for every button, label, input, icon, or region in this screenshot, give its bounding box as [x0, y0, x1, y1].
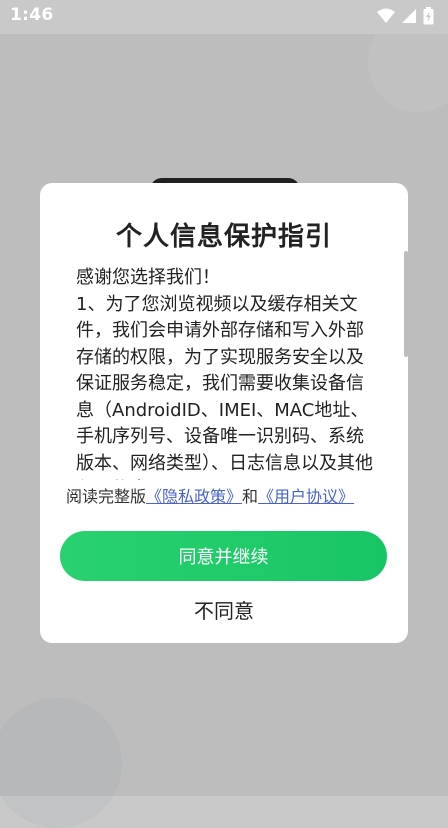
- content-paragraph: 1、为了您浏览视频以及缓存相关文件，我们会申请外部存储和写入外部存储的权限，为了…: [76, 293, 373, 481]
- status-icons: [377, 7, 434, 25]
- wifi-icon: [377, 8, 395, 23]
- scrollbar[interactable]: [404, 251, 408, 357]
- disagree-button[interactable]: 不同意: [40, 595, 408, 627]
- status-time: 1:46: [10, 5, 54, 25]
- content-paragraph: 感谢您选择我们！: [76, 267, 220, 288]
- read-full-line: 阅读完整版《隐私政策》和《用户协议》: [66, 483, 396, 507]
- privacy-dialog: 个人信息保护指引 感谢您选择我们！ 1、为了您浏览视频以及缓存相关文件，我们会申…: [40, 183, 408, 643]
- status-bar: 1:46: [0, 0, 448, 34]
- signal-icon: [402, 9, 416, 23]
- user-agreement-link[interactable]: 《用户协议》: [258, 487, 354, 506]
- read-prefix: 阅读完整版: [66, 487, 147, 506]
- privacy-content-scroll[interactable]: 感谢您选择我们！ 1、为了您浏览视频以及缓存相关文件，我们会申请外部存储和写入外…: [76, 265, 376, 480]
- battery-icon: [423, 7, 434, 25]
- agree-continue-button[interactable]: 同意并继续: [60, 531, 387, 581]
- dialog-title: 个人信息保护指引: [115, 222, 332, 252]
- connector-text: 和: [242, 487, 259, 506]
- privacy-policy-link[interactable]: 《隐私政策》: [146, 487, 242, 506]
